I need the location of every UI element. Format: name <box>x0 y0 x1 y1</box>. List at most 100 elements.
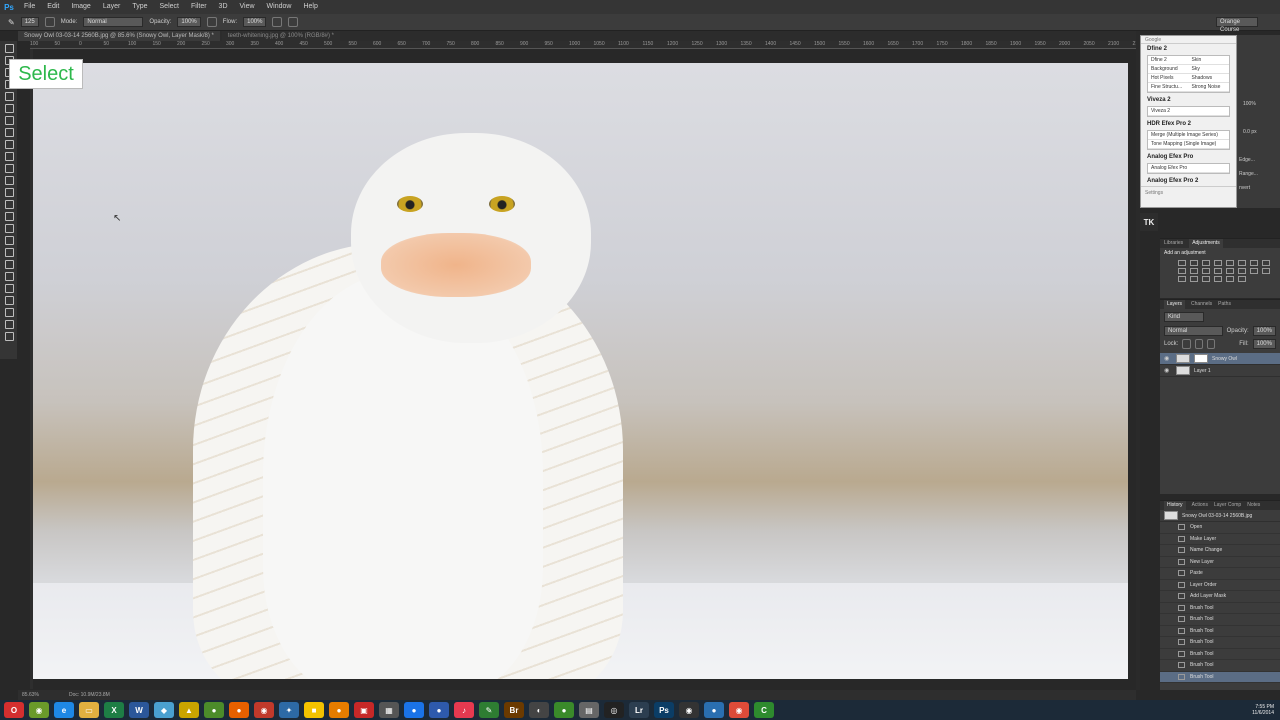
layer-filter-kind[interactable]: Kind <box>1164 312 1204 322</box>
crop-tool-icon[interactable] <box>2 90 15 101</box>
history-step[interactable]: Brush Tool <box>1160 660 1280 672</box>
taskbar-photoshop-icon[interactable]: Ps <box>654 702 674 718</box>
refine-edge-button[interactable]: Edge... <box>1239 157 1255 163</box>
menu-item-file[interactable]: File <box>18 0 41 14</box>
adjustment-icon[interactable] <box>1262 260 1270 266</box>
menu-item-edit[interactable]: Edit <box>41 0 65 14</box>
taskbar-app13-icon[interactable]: ■ <box>304 702 324 718</box>
type-tool-icon[interactable] <box>2 222 15 233</box>
color-range-button[interactable]: Range... <box>1239 171 1258 177</box>
lock-position-icon[interactable] <box>1194 339 1203 349</box>
taskbar-app17-icon[interactable]: ● <box>404 702 424 718</box>
layer-row[interactable]: ◉ Snowy Owl <box>1160 353 1280 365</box>
brush-panel-toggle-icon[interactable] <box>44 17 55 27</box>
history-step[interactable]: Make Layer <box>1160 534 1280 545</box>
adjustment-icon[interactable] <box>1238 268 1246 274</box>
tab-actions[interactable]: Actions <box>1192 501 1208 510</box>
taskbar-app28-icon[interactable]: ◉ <box>679 702 699 718</box>
history-step[interactable]: Open <box>1160 522 1280 534</box>
quickmask-tool-icon[interactable] <box>2 318 15 329</box>
tab-teeth-whitening[interactable]: teeth-whitening.jpg @ 100% (RGB/8#) * <box>221 31 340 41</box>
invert-button[interactable]: nvert <box>1239 185 1250 191</box>
history-step[interactable]: Brush Tool <box>1160 603 1280 614</box>
google-filter-button[interactable]: Skin <box>1188 56 1229 65</box>
menu-item-window[interactable]: Window <box>261 0 298 14</box>
adjustment-icon[interactable] <box>1238 276 1246 282</box>
taskbar-app8-icon[interactable]: ▲ <box>179 702 199 718</box>
eraser-tool-icon[interactable] <box>2 162 15 173</box>
layer-row[interactable]: ◉ Layer 1 <box>1160 365 1280 377</box>
history-step[interactable]: Layer Order <box>1160 580 1280 591</box>
menu-item-select[interactable]: Select <box>154 0 185 14</box>
path-select-tool-icon[interactable] <box>2 234 15 245</box>
taskbar-app14-icon[interactable]: ● <box>329 702 349 718</box>
adjustment-icon[interactable] <box>1250 260 1258 266</box>
gradient-tool-icon[interactable] <box>2 174 15 185</box>
adjustment-icon[interactable] <box>1250 268 1258 274</box>
history-step[interactable]: Name Change <box>1160 545 1280 557</box>
google-filter-button[interactable]: Shadows <box>1188 74 1229 83</box>
tab-adjustments[interactable]: Adjustments <box>1189 239 1223 248</box>
taskbar-app23-icon[interactable]: ● <box>554 702 574 718</box>
menu-item-3d[interactable]: 3D <box>213 0 234 14</box>
workspace-select[interactable]: Orange Course <box>1216 17 1258 33</box>
zoom-level[interactable]: 85.63% <box>22 690 39 700</box>
history-step[interactable]: Brush Tool <box>1160 637 1280 649</box>
adjustment-icon[interactable] <box>1226 260 1234 266</box>
adjustment-icon[interactable] <box>1178 276 1186 282</box>
clock-date[interactable]: 11/6/2014 <box>1252 710 1274 716</box>
taskbar-explorer-icon[interactable]: ▭ <box>79 702 99 718</box>
google-filter-button[interactable]: Fine Structu... <box>1148 83 1189 92</box>
adjustment-icon[interactable] <box>1202 276 1210 282</box>
swap-tool-icon[interactable] <box>2 306 15 317</box>
adjustment-icon[interactable] <box>1190 268 1198 274</box>
brush-size-picker[interactable]: 125 <box>20 17 39 27</box>
eyedropper-tool-icon[interactable] <box>2 102 15 113</box>
adjustment-icon[interactable] <box>1238 260 1246 266</box>
taskbar-app24-icon[interactable]: ▤ <box>579 702 599 718</box>
pressure-opacity-icon[interactable] <box>206 17 217 27</box>
tab-snowy-owl[interactable]: Snowy Owl 03-03-14 2560B.jpg @ 85.6% (Sn… <box>18 31 220 41</box>
hand-tool-icon[interactable] <box>2 258 15 269</box>
blur-tool-icon[interactable] <box>2 186 15 197</box>
tab-paths[interactable]: Paths <box>1218 300 1231 309</box>
history-step[interactable]: Brush Tool <box>1160 671 1280 683</box>
taskbar-bridge-icon[interactable]: Br <box>504 702 524 718</box>
tk-panel-button[interactable]: TK <box>1140 213 1158 231</box>
google-filter-button[interactable]: Strong Noise <box>1188 83 1229 92</box>
move-tool-icon[interactable] <box>2 42 15 53</box>
brush-tool-icon[interactable]: ✎ <box>8 18 15 27</box>
menu-item-help[interactable]: Help <box>297 0 323 14</box>
google-settings-button[interactable]: Settings <box>1141 186 1236 199</box>
opacity-field[interactable]: 100% <box>177 17 201 27</box>
flow-field[interactable]: 100% <box>243 17 267 27</box>
google-filter-button[interactable]: Viveza 2 <box>1148 107 1229 116</box>
tab-notes[interactable]: Notes <box>1247 501 1260 510</box>
airbrush-icon[interactable] <box>272 17 283 27</box>
taskbar-app25-icon[interactable]: ◎ <box>604 702 624 718</box>
visibility-eye-icon[interactable]: ◉ <box>1164 368 1172 374</box>
document-canvas[interactable]: ↖ <box>33 63 1128 679</box>
adjustment-icon[interactable] <box>1226 276 1234 282</box>
layer-opacity-field[interactable]: 100% <box>1252 326 1276 336</box>
taskbar-firefox-icon[interactable]: ● <box>229 702 249 718</box>
google-filter-button[interactable]: Merge (Multiple Image Series) <box>1148 131 1229 140</box>
tab-channels[interactable]: Channels <box>1191 300 1212 309</box>
pen-tool-icon[interactable] <box>2 210 15 221</box>
taskbar-app22-icon[interactable]: ◐ <box>529 702 549 718</box>
taskbar-ie-icon[interactable]: e <box>54 702 74 718</box>
shape-tool-icon[interactable] <box>2 246 15 257</box>
menu-item-view[interactable]: View <box>234 0 261 14</box>
fill-field[interactable]: 100% <box>1252 339 1276 349</box>
taskbar-chrome-canary-icon[interactable]: ◉ <box>29 702 49 718</box>
zoom-tool-icon[interactable] <box>2 270 15 281</box>
google-filter-button[interactable]: Dfine 2 <box>1148 56 1189 65</box>
google-filter-button[interactable]: Sky <box>1188 65 1229 74</box>
google-filter-button[interactable]: Analog Efex Pro <box>1148 164 1229 173</box>
taskbar-app16-icon[interactable]: ▦ <box>379 702 399 718</box>
menu-item-image[interactable]: Image <box>65 0 96 14</box>
history-step[interactable]: Paste <box>1160 568 1280 580</box>
history-step[interactable]: Add Layer Mask <box>1160 591 1280 603</box>
tab-history[interactable]: History <box>1164 501 1186 510</box>
adjustment-icon[interactable] <box>1178 268 1186 274</box>
